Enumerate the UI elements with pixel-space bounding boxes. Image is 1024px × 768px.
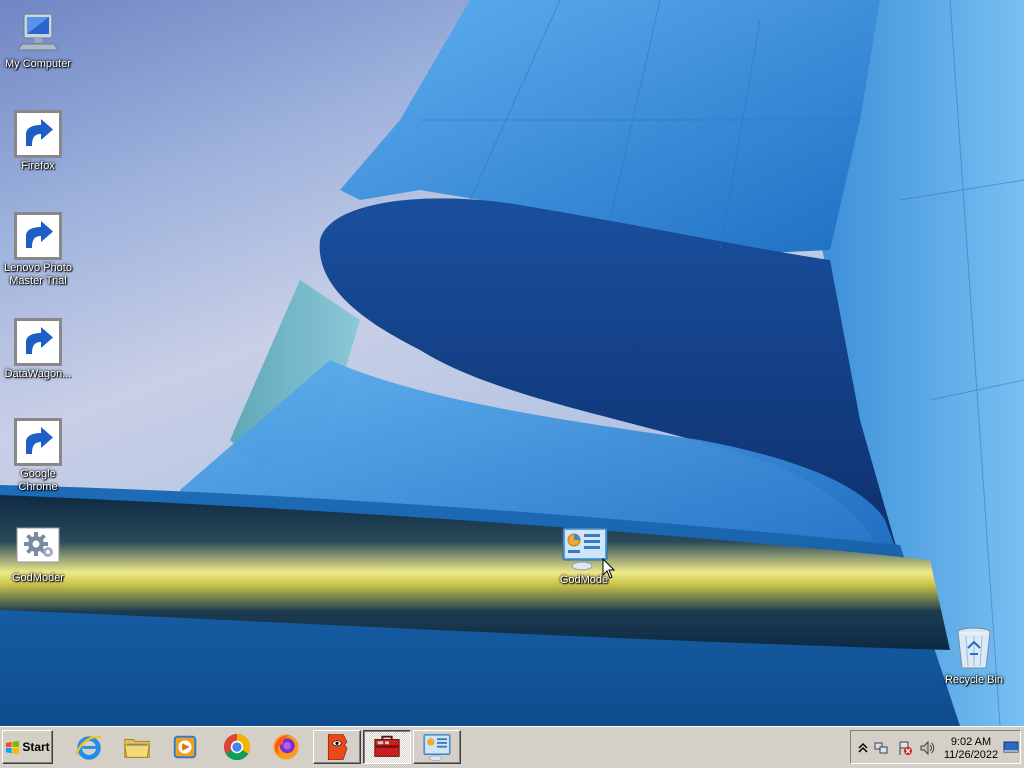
clock-time[interactable]: 9:02 AM — [941, 736, 1001, 748]
taskbar-window-godmode[interactable] — [413, 730, 461, 764]
recycle-bin-icon — [950, 624, 998, 672]
desktop-icon-datawagon[interactable]: DataWagon... — [0, 318, 76, 381]
taskbar-windows-explorer[interactable] — [115, 730, 159, 764]
desktop-icon-label: Lenovo Photo Master Trial — [4, 262, 72, 287]
desktop-icon-label: Google Chrome — [18, 468, 58, 493]
desktop-icon-google-chrome[interactable]: Google Chrome — [0, 418, 76, 494]
file-icon — [14, 318, 62, 366]
taskbar-chrome[interactable] — [215, 730, 259, 764]
shortcut-arrow-icon — [14, 418, 62, 466]
lenovo-photo-master-icon — [14, 212, 62, 260]
mouse-cursor-icon — [602, 558, 616, 579]
action-center-flag-icon[interactable] — [897, 740, 913, 756]
taskbar-window-toolbox[interactable] — [363, 730, 411, 764]
taskbar-firefox[interactable] — [264, 730, 308, 764]
godmode-icon — [423, 734, 451, 762]
desktop-icon-label: GodModer — [12, 572, 64, 584]
taskbar-window-lenovo-photo-master[interactable] — [313, 730, 361, 764]
desktop-icon-label: DataWagon... — [4, 368, 72, 380]
chrome-icon — [223, 733, 251, 761]
toolbox-icon — [374, 735, 400, 757]
firefox-icon — [14, 110, 62, 158]
gear-document-icon — [14, 522, 62, 570]
firefox-icon — [273, 734, 299, 760]
taskbar-media-player[interactable] — [163, 730, 207, 764]
windows-logo-icon — [6, 740, 20, 754]
show-hidden-icons-chevron-icon[interactable] — [855, 740, 871, 756]
desktop-icon-godmoder[interactable]: GodModer — [0, 522, 76, 585]
taskbar-internet-explorer[interactable] — [67, 730, 111, 764]
wallpaper — [0, 0, 1024, 726]
media-player-icon — [173, 735, 197, 759]
desktop-icon-label: My Computer — [4, 58, 72, 70]
start-label: Start — [22, 740, 50, 754]
windows-explorer-icon — [124, 739, 150, 758]
shortcut-arrow-icon — [14, 110, 62, 158]
shortcut-arrow-icon — [14, 318, 62, 366]
shortcut-arrow-icon — [14, 212, 62, 260]
start-button[interactable]: Start — [2, 730, 53, 764]
taskbar: Start 9:02 AM 11/26/2022 — [0, 726, 1024, 768]
internet-explorer-icon — [75, 735, 102, 760]
control-panel-icon — [560, 524, 608, 572]
desktop-icon-label: Recycle Bin — [944, 674, 1004, 686]
clock-date[interactable]: 11/26/2022 — [939, 749, 1003, 761]
network-icon[interactable] — [873, 740, 889, 756]
desktop-icon-lenovo-photo-master[interactable]: Lenovo Photo Master Trial — [0, 212, 76, 288]
desktop-icon-recycle-bin[interactable]: Recycle Bin — [936, 624, 1012, 687]
desktop[interactable]: My Computer Firefox Lenovo Photo Master … — [0, 0, 1024, 726]
desktop-icon-label: Firefox — [21, 160, 55, 172]
show-desktop-icon[interactable] — [1003, 739, 1019, 755]
desktop-icon-my-computer[interactable]: My Computer — [0, 8, 76, 71]
system-tray: 9:02 AM 11/26/2022 — [850, 730, 1021, 764]
my-computer-icon — [14, 8, 62, 56]
volume-icon[interactable] — [919, 740, 935, 756]
lenovo-photo-master-icon — [327, 734, 348, 760]
desktop-icon-firefox[interactable]: Firefox — [0, 110, 76, 173]
chrome-icon — [14, 418, 62, 466]
